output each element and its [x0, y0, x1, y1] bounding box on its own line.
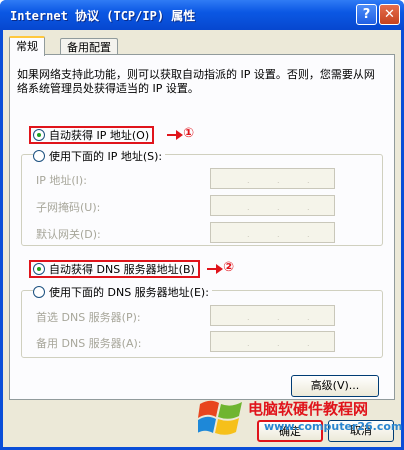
title-bar[interactable]: Internet 协议 (TCP/IP) 属性 ? ✕	[0, 0, 404, 30]
ip-auto-option[interactable]: 自动获得 IP 地址(O)	[29, 126, 155, 144]
dns-manual-radio[interactable]	[33, 286, 45, 298]
alternate-dns-field[interactable]: ...	[210, 331, 335, 352]
ip-auto-radio[interactable]	[33, 129, 45, 141]
watermark: 电脑软硬件教程网 www.computer26.com	[198, 396, 402, 446]
watermark-text: 电脑软硬件教程网	[248, 400, 369, 418]
dialog-window: Internet 协议 (TCP/IP) 属性 ? ✕ 常规 备用配置 如果网络…	[0, 0, 404, 450]
help-button[interactable]: ?	[356, 4, 377, 25]
ip-address-field[interactable]: ...	[210, 168, 335, 189]
default-gateway-label: 默认网关(D):	[36, 228, 101, 241]
dns-manual-option[interactable]: 使用下面的 DNS 服务器地址(E):	[33, 284, 212, 300]
ip-manual-option[interactable]: 使用下面的 IP 地址(S):	[33, 148, 166, 164]
ip-address-label: IP 地址(I):	[36, 174, 87, 187]
dialog-client: 常规 备用配置 如果网络支持此功能，则可以获取自动指派的 IP 设置。否则，您需…	[3, 30, 401, 447]
annotation-marker-2: ②	[223, 260, 235, 275]
alternate-dns-label: 备用 DNS 服务器(A):	[36, 337, 142, 350]
default-gateway-field[interactable]: ...	[210, 222, 335, 243]
annotation-marker-1: ①	[183, 126, 195, 141]
close-button[interactable]: ✕	[379, 4, 400, 25]
annotation-arrow-2	[207, 264, 223, 274]
annotation-arrow-1	[167, 130, 183, 140]
windows-logo-icon	[198, 400, 242, 435]
dns-auto-option[interactable]: 自动获得 DNS 服务器地址(B)	[29, 260, 200, 278]
dns-auto-label: 自动获得 DNS 服务器地址(B)	[49, 263, 195, 276]
tab-general[interactable]: 常规	[9, 36, 45, 56]
ip-manual-label: 使用下面的 IP 地址(S):	[49, 150, 163, 163]
ip-auto-label: 自动获得 IP 地址(O)	[49, 129, 150, 142]
advanced-button[interactable]: 高级(V)...	[291, 375, 379, 397]
window-title: Internet 协议 (TCP/IP) 属性	[10, 9, 196, 23]
dns-manual-label: 使用下面的 DNS 服务器地址(E):	[49, 286, 209, 299]
subnet-mask-label: 子网掩码(U):	[36, 201, 101, 214]
watermark-url: www.computer26.com	[264, 420, 403, 433]
description-text: 如果网络支持此功能，则可以获取自动指派的 IP 设置。否则，您需要从网络系统管理…	[17, 68, 375, 95]
dns-auto-radio[interactable]	[33, 263, 45, 275]
ip-manual-radio[interactable]	[33, 150, 45, 162]
preferred-dns-field[interactable]: ...	[210, 305, 335, 326]
preferred-dns-label: 首选 DNS 服务器(P):	[36, 311, 141, 324]
subnet-mask-field[interactable]: ...	[210, 195, 335, 216]
